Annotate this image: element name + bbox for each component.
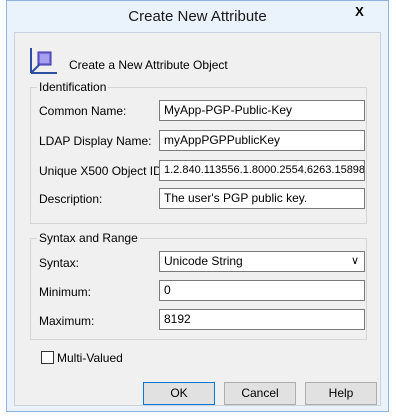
multivalued-label: Multi-Valued bbox=[57, 351, 123, 365]
description-label: Description: bbox=[39, 192, 103, 206]
close-button[interactable]: X bbox=[337, 2, 382, 22]
description-field[interactable]: The user's PGP public key. bbox=[159, 188, 365, 209]
identification-label: Identification bbox=[37, 80, 109, 94]
object-id-field[interactable]: 1.2.840.113556.1.8000.2554.6263.15898 bbox=[159, 160, 365, 181]
cancel-button[interactable]: Cancel bbox=[224, 382, 296, 405]
common-name-label: Common Name: bbox=[39, 104, 127, 118]
syntax-dropdown[interactable]: Unicode String ∨ bbox=[159, 251, 365, 272]
syntax-value: Unicode String bbox=[164, 254, 243, 268]
syntax-range-label: Syntax and Range bbox=[37, 231, 140, 245]
common-name-field[interactable]: MyApp-PGP-Public-Key bbox=[159, 100, 365, 121]
maximum-label: Maximum: bbox=[39, 314, 95, 328]
minimum-label: Minimum: bbox=[39, 285, 92, 299]
syntax-label: Syntax: bbox=[39, 256, 80, 270]
object-id-label: Unique X500 Object ID: bbox=[39, 164, 166, 178]
ldap-display-name-field[interactable]: myAppPGPPublicKey bbox=[159, 130, 365, 151]
chevron-down-icon: ∨ bbox=[350, 255, 359, 267]
dialog-body: Create a New Attribute Object Identifica… bbox=[14, 32, 381, 406]
dialog-title: Create New Attribute bbox=[128, 8, 267, 25]
title-bar: Create New Attribute X bbox=[7, 1, 388, 33]
create-attribute-dialog: Create New Attribute X Create a New Attr… bbox=[6, 0, 389, 412]
help-button[interactable]: Help bbox=[305, 382, 377, 405]
ldap-display-name-label: LDAP Display Name: bbox=[39, 134, 152, 148]
multivalued-checkbox[interactable] bbox=[41, 351, 54, 364]
ok-button[interactable]: OK bbox=[143, 382, 215, 405]
attribute-icon bbox=[30, 48, 57, 74]
maximum-field[interactable]: 8192 bbox=[159, 309, 365, 330]
identification-group: Identification Common Name: MyApp-PGP-Pu… bbox=[30, 80, 367, 224]
header-text: Create a New Attribute Object bbox=[69, 58, 228, 72]
minimum-field[interactable]: 0 bbox=[159, 280, 365, 301]
syntax-range-group: Syntax and Range Syntax: Unicode String … bbox=[30, 231, 367, 340]
